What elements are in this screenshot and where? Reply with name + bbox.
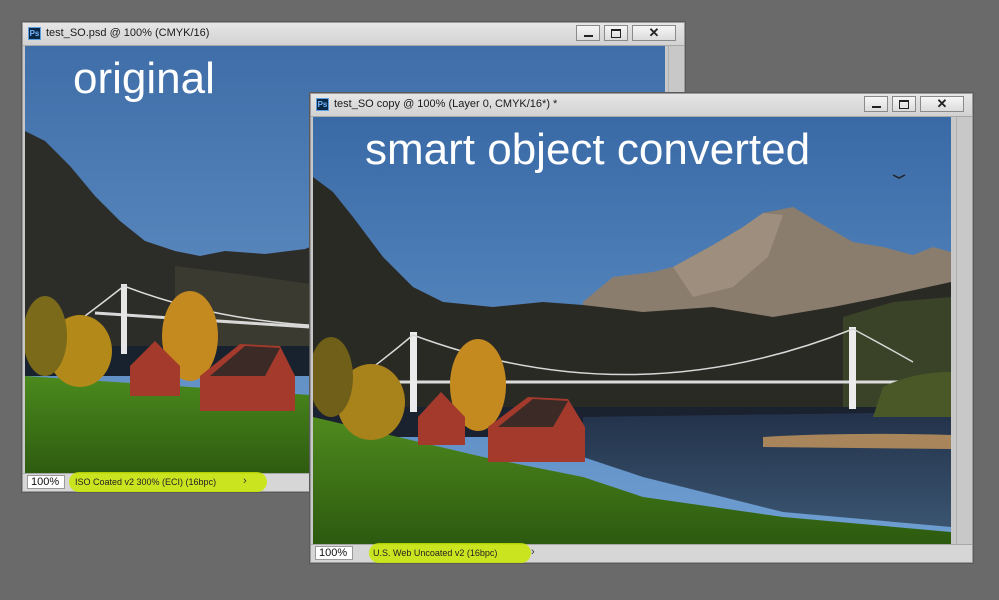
- vertical-scrollbar[interactable]: [956, 117, 972, 544]
- title-bar[interactable]: Ps test_SO copy @ 100% (Layer 0, CMYK/16…: [311, 94, 972, 117]
- maximize-icon: [899, 99, 909, 109]
- close-icon: ✕: [648, 25, 660, 40]
- title-bar[interactable]: Ps test_SO.psd @ 100% (CMYK/16) ✕: [23, 23, 684, 46]
- document-title: test_SO.psd @ 100% (CMYK/16): [46, 27, 210, 39]
- status-menu-arrow-icon[interactable]: ›: [243, 475, 247, 487]
- minimize-button[interactable]: [864, 96, 888, 112]
- close-button[interactable]: ✕: [920, 96, 964, 112]
- minimize-icon: [871, 106, 881, 108]
- maximize-button[interactable]: [892, 96, 916, 112]
- maximize-icon: [611, 28, 621, 38]
- minimize-button[interactable]: [576, 25, 600, 41]
- zoom-level-field[interactable]: 100%: [27, 475, 65, 489]
- zoom-level-field[interactable]: 100%: [315, 546, 353, 560]
- image-canvas[interactable]: smart object converted: [313, 117, 951, 544]
- photoshop-app-icon: Ps: [28, 27, 41, 40]
- close-button[interactable]: ✕: [632, 25, 676, 41]
- close-icon: ✕: [936, 96, 948, 111]
- overlay-label-converted: smart object converted: [365, 125, 811, 174]
- color-profile-info: U.S. Web Uncoated v2 (16bpc): [373, 548, 498, 558]
- landscape-photo: [313, 117, 951, 544]
- document-window-converted[interactable]: Ps test_SO copy @ 100% (Layer 0, CMYK/16…: [310, 93, 973, 563]
- color-profile-info: ISO Coated v2 300% (ECI) (16bpc): [75, 477, 217, 487]
- status-menu-arrow-icon[interactable]: ›: [531, 546, 535, 558]
- status-bar: 100% U.S. Web Uncoated v2 (16bpc) ›: [311, 543, 972, 563]
- maximize-button[interactable]: [604, 25, 628, 41]
- minimize-icon: [583, 35, 593, 37]
- photoshop-app-icon: Ps: [316, 98, 329, 111]
- document-title: test_SO copy @ 100% (Layer 0, CMYK/16*) …: [334, 98, 558, 110]
- overlay-label-original: original: [73, 54, 215, 103]
